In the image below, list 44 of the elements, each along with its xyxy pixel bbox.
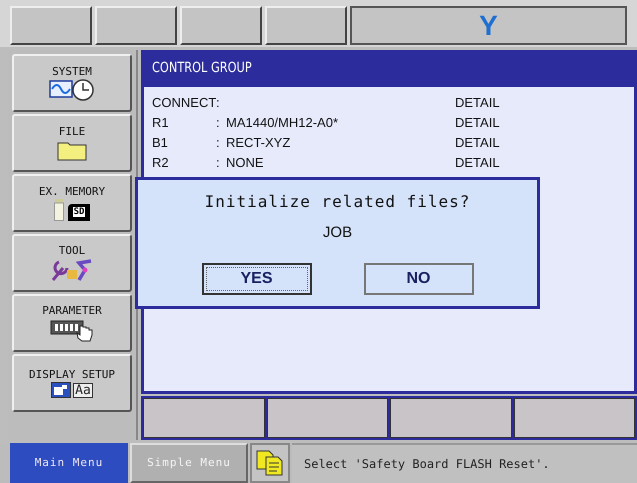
dialog-detail: JOB [322, 223, 352, 243]
usb-stick-icon [54, 198, 64, 220]
function-key[interactable] [143, 398, 264, 438]
function-key[interactable] [390, 398, 512, 438]
documents-icon[interactable] [255, 449, 285, 477]
menu-button[interactable]: TOOL [12, 234, 132, 292]
menu-button[interactable]: FILE [12, 114, 132, 172]
blank-key[interactable] [180, 6, 262, 45]
switches-hand-icon [50, 318, 94, 342]
menu-tab[interactable]: Main Menu [10, 443, 128, 483]
group-label: R1 [152, 114, 169, 132]
group-value: MA1440/MH12-A0* [226, 114, 338, 132]
separator: : [216, 134, 220, 152]
blank-key[interactable] [95, 6, 177, 45]
dialog-button[interactable]: YES [202, 262, 312, 294]
sd-card-icon: SD [68, 204, 90, 220]
separator: : [216, 94, 220, 112]
function-key[interactable] [514, 398, 635, 438]
group-label: R2 [152, 154, 169, 172]
dialog-button[interactable]: NO [364, 262, 474, 294]
blank-key[interactable] [10, 6, 92, 45]
blank-key[interactable] [265, 6, 347, 45]
detail-link[interactable]: DETAIL [455, 93, 500, 113]
group-value: NONE [226, 154, 264, 172]
font-sample-icon: Aa [73, 382, 93, 398]
group-value: RECT-XYZ [226, 134, 290, 152]
status-message: Select 'Safety Board FLASH Reset'. [304, 456, 550, 473]
detail-link[interactable]: DETAIL [455, 133, 500, 153]
panel-title: CONTROL GROUP [152, 59, 252, 78]
logo: Y [479, 12, 498, 40]
menu-button[interactable]: SYSTEM [12, 54, 132, 112]
separator: : [216, 114, 220, 132]
wave-clock-icon [49, 78, 95, 100]
menu-button[interactable]: PARAMETER [12, 294, 132, 352]
window-icon [51, 382, 72, 398]
detail-link[interactable]: DETAIL [455, 113, 500, 133]
dialog-message: Initialize related files? [204, 191, 470, 213]
group-label: CONNECT [152, 94, 216, 112]
menu-button[interactable]: DISPLAY SETUP Aa [12, 354, 132, 412]
detail-link[interactable]: DETAIL [455, 153, 500, 173]
menu-button[interactable]: EX. MEMORY SD [12, 174, 132, 232]
separator: : [216, 154, 220, 172]
function-key[interactable] [266, 398, 388, 438]
group-label: B1 [152, 134, 168, 152]
